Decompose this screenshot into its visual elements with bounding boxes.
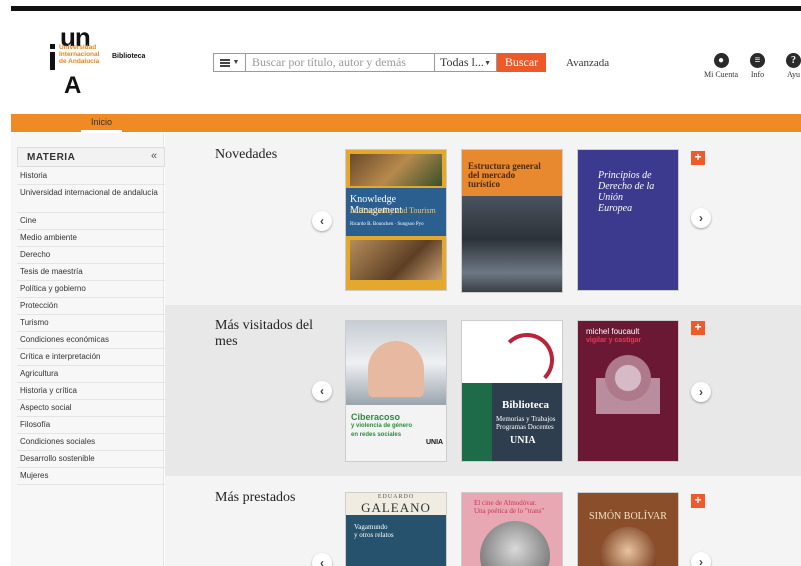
add-icon[interactable]: + — [691, 151, 705, 165]
carousel-title: Novedades — [215, 147, 278, 162]
sidebar-item-derecho[interactable]: Derecho — [17, 247, 165, 264]
sidebar-item-filosofia[interactable]: Filosofía — [17, 417, 165, 434]
add-icon[interactable]: + — [691, 494, 705, 508]
sidebar-item-unia[interactable]: Universidad internacional de andalucía — [17, 185, 165, 213]
sidebar-item-turismo[interactable]: Turismo — [17, 315, 165, 332]
search-input[interactable]: Buscar por título, autor y demás — [246, 53, 435, 72]
sidebar-item-desarrollo-sostenible[interactable]: Desarrollo sostenible — [17, 451, 165, 468]
search-bar: ▼ Buscar por título, autor y demás Todas… — [213, 53, 546, 72]
help-label: Ayu — [786, 70, 801, 79]
chevron-right-icon[interactable]: › — [691, 382, 711, 402]
chevron-right-icon[interactable]: › — [691, 208, 711, 228]
book-title: Biblioteca — [502, 399, 550, 411]
nav-home-tab[interactable]: Inicio — [81, 114, 123, 132]
sidebar-item-cine[interactable]: Cine — [17, 213, 165, 230]
sidebar-item-politica[interactable]: Política y gobierno — [17, 281, 165, 298]
advanced-search-link[interactable]: Avanzada — [566, 57, 609, 69]
book-author: GALEANO — [361, 500, 431, 515]
search-menu-button[interactable]: ▼ — [213, 53, 246, 72]
chevron-right-icon[interactable]: › — [691, 552, 711, 566]
info-button[interactable]: ≡ Info — [750, 53, 765, 79]
book-author: michel foucault — [586, 327, 640, 336]
add-icon[interactable]: + — [691, 321, 705, 335]
book-cover[interactable]: michel foucault vigilar y castigar — [578, 321, 678, 461]
sidebar-item-medio-ambiente[interactable]: Medio ambiente — [17, 230, 165, 247]
book-title: vigilar y castigar — [586, 337, 642, 344]
book-cover[interactable]: Estructura general del mercado turístico — [462, 150, 562, 292]
book-cover[interactable]: EDUARDO GALEANO Vagamundo y otros relato… — [346, 493, 446, 566]
carousel-novedades: Novedades ‹ Knowledge Management in Hosp… — [165, 133, 801, 305]
book-subtitle: in Hospitality and Tourism — [350, 206, 436, 215]
sidebar-item-agricultura[interactable]: Agricultura — [17, 366, 165, 383]
sidebar-list: Historia Universidad internacional de an… — [17, 168, 165, 485]
subject-sidebar: MATERIA « Historia Universidad internaci… — [11, 133, 165, 566]
chevron-left-icon[interactable]: ‹ — [312, 211, 332, 231]
book-title: El cine de Almodóvar. Una poética de lo … — [474, 499, 545, 515]
info-label: Info — [750, 70, 765, 79]
book-publisher: UNIA — [426, 439, 444, 446]
book-cover[interactable]: Ciberacoso y violencia de género en rede… — [346, 321, 446, 461]
book-subtitle: Memorias y Trabajos Programas Docentes — [496, 415, 556, 431]
chevron-left-icon[interactable]: ‹ — [312, 553, 332, 566]
info-icon: ≡ — [750, 53, 765, 68]
book-cover[interactable]: Biblioteca Memorias y Trabajos Programas… — [462, 321, 562, 461]
search-scope-select[interactable]: Todas l... ▼ — [435, 53, 497, 72]
top-rule — [11, 6, 801, 11]
sidebar-item-condiciones-sociales[interactable]: Condiciones sociales — [17, 434, 165, 451]
main-nav-bar: Inicio — [11, 114, 801, 132]
logo-institution: Universidad Internacional de Andalucía — [59, 44, 100, 65]
logo-biblioteca: Biblioteca — [112, 53, 146, 60]
search-button[interactable]: Buscar — [497, 53, 546, 72]
book-cover[interactable]: SIMÓN BOLÍVAR — [578, 493, 678, 566]
book-title: Vagamundo y otros relatos — [354, 523, 394, 539]
sidebar-header: MATERIA « — [17, 147, 165, 167]
book-title: SIMÓN BOLÍVAR — [589, 511, 667, 522]
help-icon: ? — [786, 53, 801, 68]
hamburger-icon — [219, 58, 230, 67]
book-title: Estructura general del mercado turístico — [468, 161, 541, 189]
carousel-mas-prestados: Más prestados ‹ EDUARDO GALEANO Vagamund… — [165, 476, 801, 566]
unia-logo[interactable]: un Universidad Internacional de Andalucí… — [50, 22, 160, 99]
my-account-label: Mi Cuenta — [704, 70, 738, 79]
book-cover[interactable]: Principios de Derecho de la Unión Europe… — [578, 150, 678, 290]
logo-a: A — [64, 72, 82, 99]
book-publisher: UNIA — [510, 435, 536, 446]
book-cover[interactable]: El cine de Almodóvar. Una poética de lo … — [462, 493, 562, 566]
search-scope-value: Todas l... — [440, 55, 484, 69]
my-account-button[interactable]: ● Mi Cuenta — [704, 53, 738, 79]
sidebar-item-proteccion[interactable]: Protección — [17, 298, 165, 315]
logo-i-dot — [50, 44, 55, 49]
sidebar-title: MATERIA — [27, 152, 76, 163]
logo-i-bar — [50, 52, 55, 70]
chevron-left-icon[interactable]: ‹ — [312, 381, 332, 401]
sidebar-item-aspecto-social[interactable]: Aspecto social — [17, 400, 165, 417]
carousel-title: Más visitados del mes — [215, 318, 313, 349]
sidebar-item-tesis[interactable]: Tesis de maestría — [17, 264, 165, 281]
user-icon: ● — [713, 53, 729, 68]
chevron-down-icon: ▼ — [484, 58, 491, 67]
sidebar-item-historia-critica[interactable]: Historia y crítica — [17, 383, 165, 400]
sidebar-item-mujeres[interactable]: Mujeres — [17, 468, 165, 485]
chevron-down-icon: ▼ — [232, 59, 240, 66]
collapse-icon[interactable]: « — [151, 150, 157, 162]
sidebar-item-critica[interactable]: Crítica e interpretación — [17, 349, 165, 366]
book-author: Ricardo B. Bouncken · Sungsoo Pyo — [350, 222, 424, 227]
sidebar-item-historia[interactable]: Historia — [17, 168, 165, 185]
help-button[interactable]: ? Ayu — [786, 53, 801, 79]
book-title: Principios de Derecho de la Unión Europe… — [598, 170, 655, 214]
book-title: Ciberacoso y violencia de género en rede… — [351, 412, 413, 439]
book-cover[interactable]: Knowledge Management in Hospitality and … — [346, 150, 446, 290]
carousel-mas-visitados: Más visitados del mes ‹ Ciberacoso y vio… — [165, 305, 801, 476]
sidebar-item-condiciones-economicas[interactable]: Condiciones económicas — [17, 332, 165, 349]
carousel-title: Más prestados — [215, 490, 296, 505]
